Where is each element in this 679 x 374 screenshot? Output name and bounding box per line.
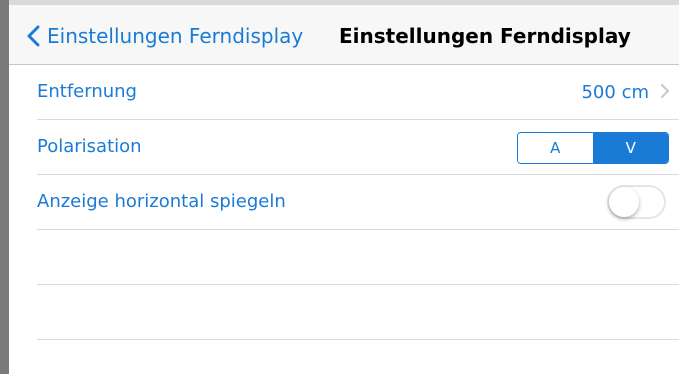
row-separator (37, 339, 679, 340)
settings-panel: Einstellungen Ferndisplay Einstellungen … (9, 5, 679, 374)
polarisation-option-a[interactable]: A (518, 133, 594, 163)
polarisation-option-v[interactable]: V (593, 133, 668, 163)
page-title: Einstellungen Ferndisplay (339, 24, 631, 48)
mirror-toggle[interactable] (607, 185, 666, 219)
distance-value: 500 cm (581, 81, 649, 103)
empty-row (37, 230, 679, 285)
polarisation-segmented-control[interactable]: A V (517, 132, 669, 164)
back-button[interactable]: Einstellungen Ferndisplay (27, 21, 303, 51)
settings-row-distance[interactable]: Entfernung 500 cm (37, 65, 679, 120)
distance-label: Entfernung (37, 81, 137, 102)
mirror-label: Anzeige horizontal spiegeln (37, 191, 286, 212)
back-button-label: Einstellungen Ferndisplay (47, 24, 304, 48)
left-window-edge (0, 0, 9, 374)
chevron-right-icon (661, 83, 669, 102)
polarisation-label: Polarisation (37, 136, 142, 157)
distance-value-group[interactable]: 500 cm (581, 65, 669, 119)
navigation-bar: Einstellungen Ferndisplay Einstellungen … (9, 5, 679, 65)
settings-row-mirror: Anzeige horizontal spiegeln (37, 175, 679, 230)
chevron-left-icon (27, 25, 40, 47)
settings-row-polarisation: Polarisation A V (37, 120, 679, 175)
empty-row (37, 285, 679, 340)
toggle-knob (609, 187, 639, 217)
